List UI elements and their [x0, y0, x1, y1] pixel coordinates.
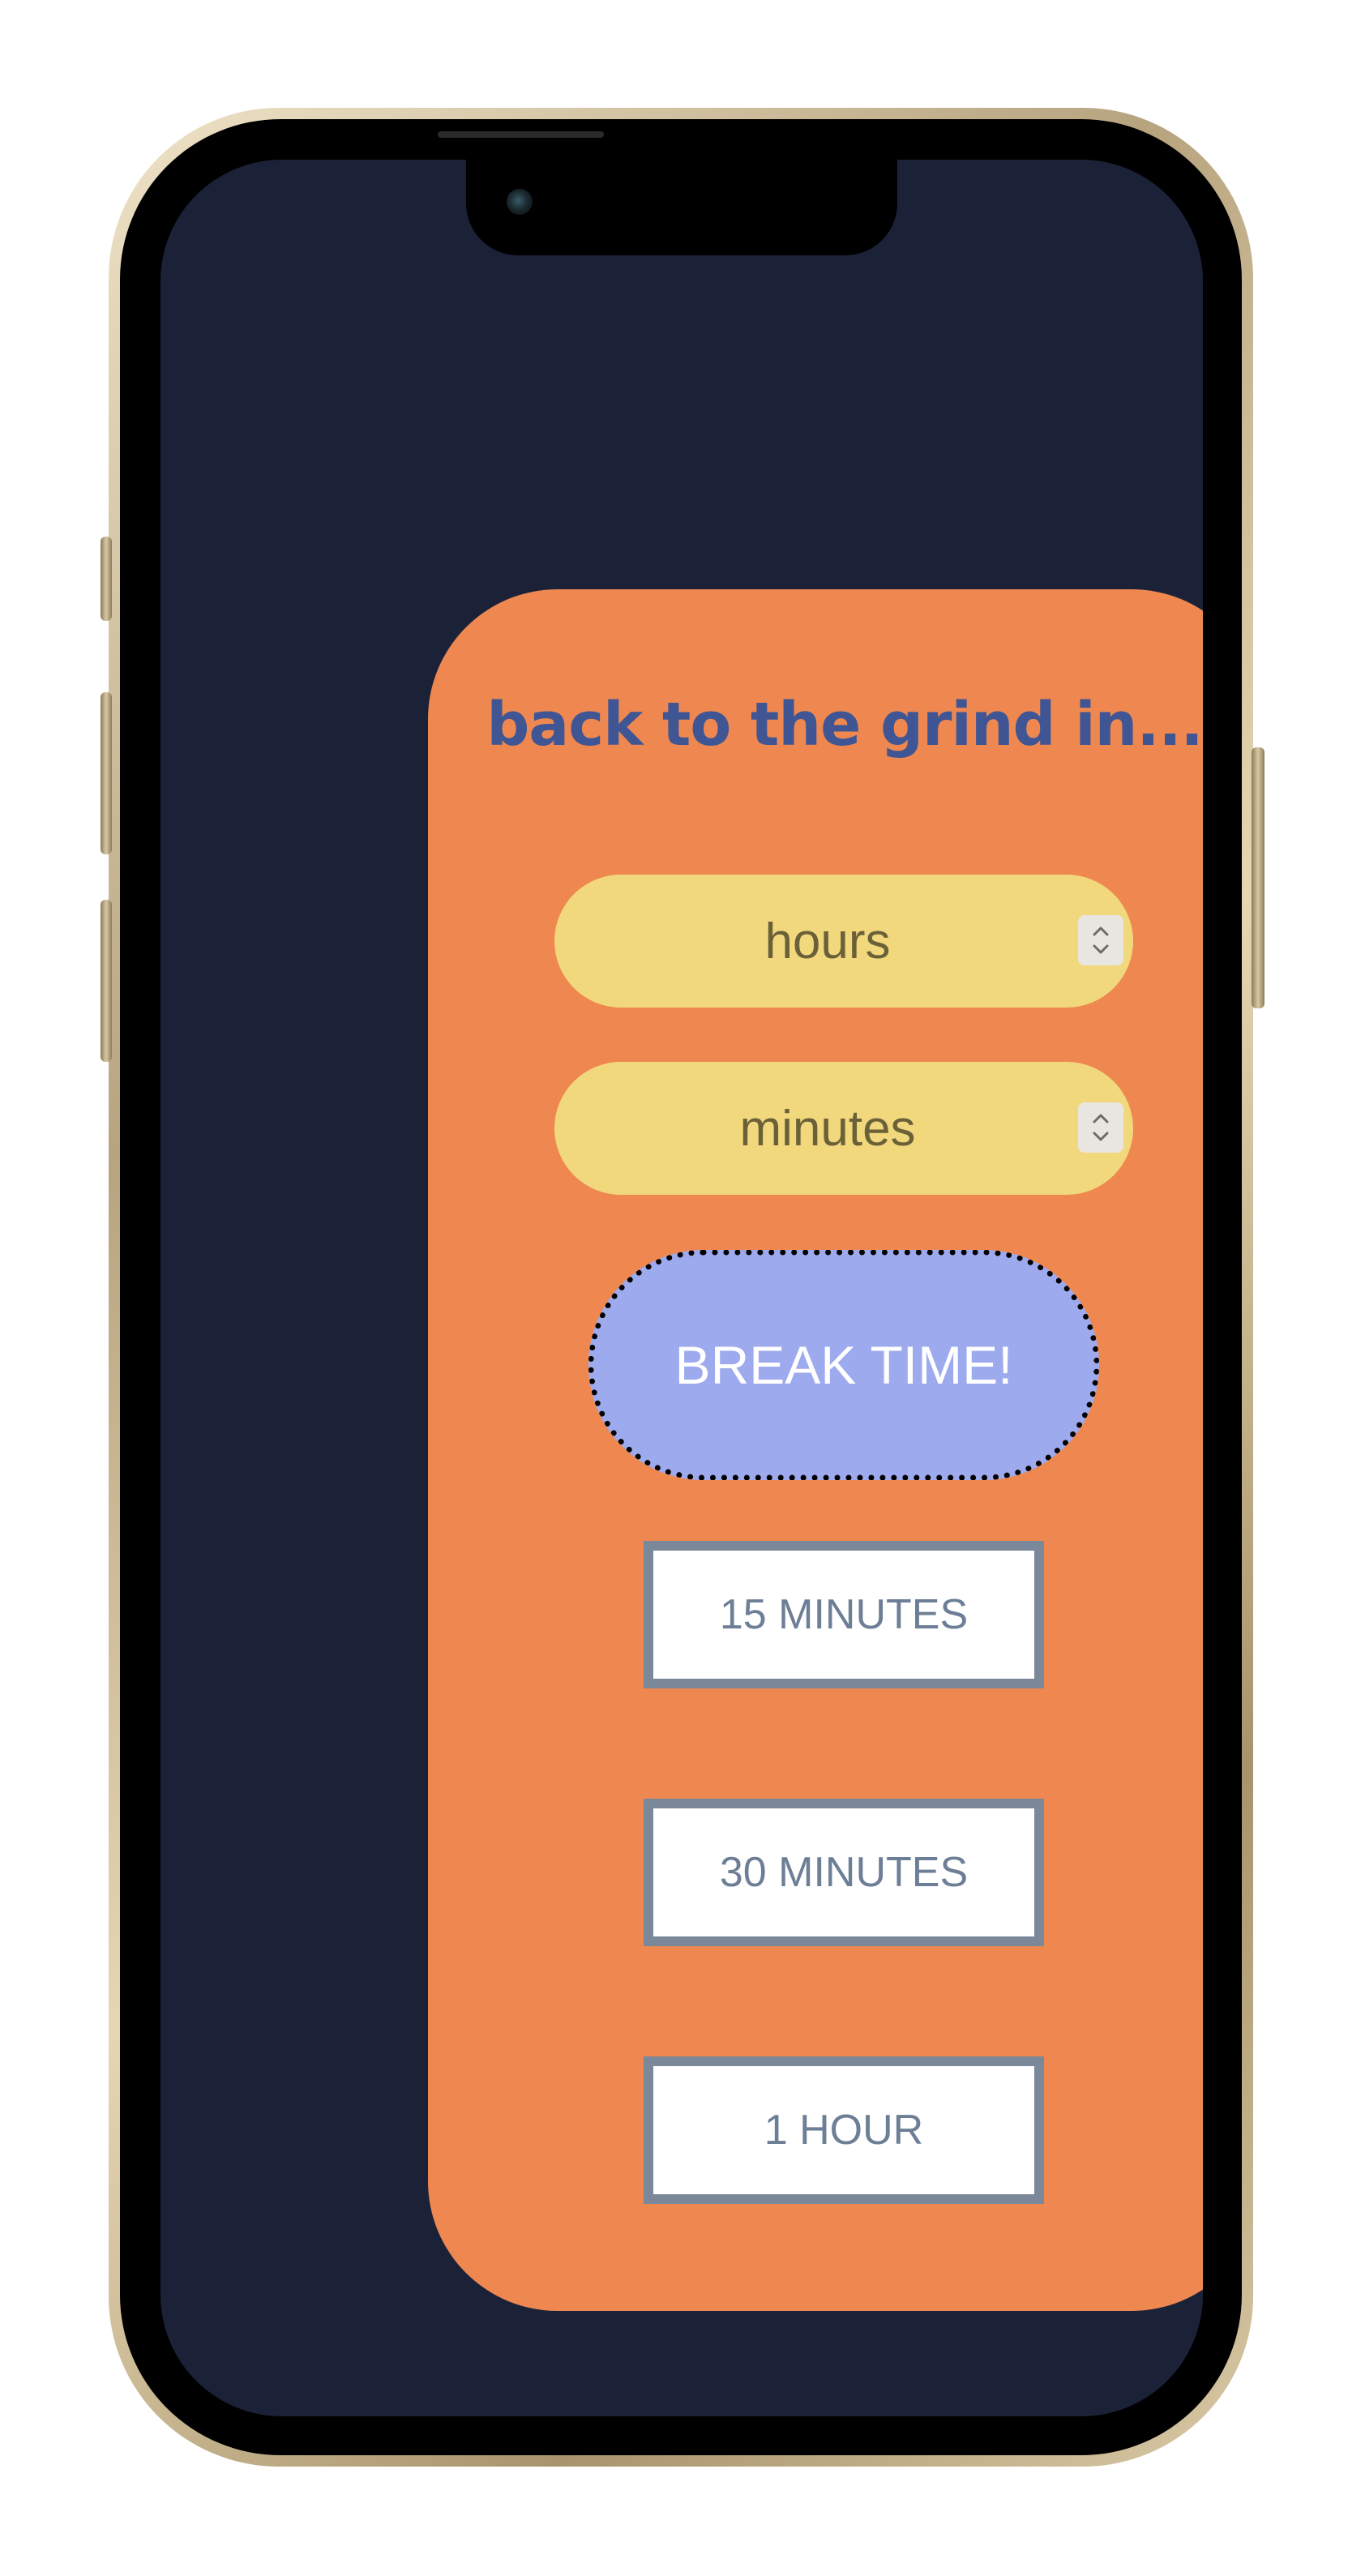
minutes-field [554, 1062, 1133, 1195]
page-title: back to the grind in... [486, 690, 1203, 760]
hours-field [554, 875, 1133, 1008]
15-minutes-button[interactable]: 15 MINUTES [644, 1541, 1044, 1688]
chevron-up-down-icon [1093, 1114, 1109, 1141]
1-hour-button[interactable]: 1 HOUR [644, 2056, 1044, 2204]
break-time-button[interactable]: BREAK TIME! [588, 1250, 1099, 1480]
earpiece-speaker [438, 131, 604, 138]
hours-stepper[interactable] [1078, 915, 1123, 965]
minutes-stepper[interactable] [1078, 1102, 1123, 1153]
timer-card: back to the grind in... BREAK TIME! 15 M… [428, 589, 1203, 2311]
silent-switch [101, 537, 112, 621]
front-camera [507, 189, 533, 215]
30-minutes-button[interactable]: 30 MINUTES [644, 1799, 1044, 1946]
chevron-up-down-icon [1093, 926, 1109, 954]
phone-screen: back to the grind in... BREAK TIME! 15 M… [160, 160, 1203, 2416]
hours-input[interactable] [554, 875, 1133, 1008]
power-button [1252, 747, 1264, 1008]
volume-down-button [101, 900, 112, 1062]
minutes-input[interactable] [554, 1062, 1133, 1195]
volume-up-button [101, 692, 112, 854]
